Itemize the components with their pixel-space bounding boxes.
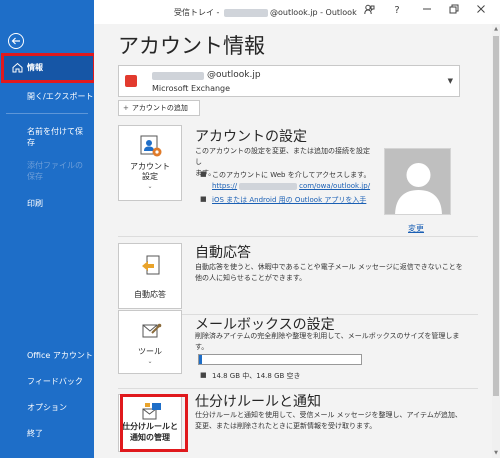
desc-line: 変更、または削除されたときに更新情報を受け取ります。	[195, 422, 377, 430]
rules-alerts-desc: 仕分けルールと通知を使用して、受信メール メッセージを整理し、アイテムが追加、 …	[195, 410, 475, 432]
mobile-app-link[interactable]: iOS または Android 用の Outlook アプリを入手	[212, 195, 366, 205]
section-divider	[118, 388, 478, 389]
change-photo-link[interactable]: 変更	[408, 223, 424, 234]
profile-picture	[384, 148, 451, 215]
desc-line: 仕分けルールと通知を使用して、受信メール メッセージを整理し、アイテムが追加、	[195, 411, 462, 419]
title-suffix: - Outlook	[317, 8, 357, 17]
sidebar-item-save-as[interactable]: 名前を付けて保存	[0, 126, 90, 148]
vertical-scrollbar[interactable]: ▲ ▼	[492, 24, 500, 458]
bullet-icon: ■	[200, 371, 207, 379]
rules-icon	[142, 403, 161, 420]
link-part: https://	[212, 182, 238, 190]
person-icon	[395, 163, 442, 214]
tools-icon	[142, 323, 162, 338]
manage-rules-label-1: 仕分けルールと	[122, 422, 178, 431]
close-icon[interactable]	[474, 4, 488, 18]
add-account-label: アカウントの追加	[131, 104, 188, 112]
title-prefix: 受信トレイ -	[174, 8, 222, 17]
add-account-button[interactable]: + アカウントの追加	[118, 100, 200, 116]
desc-line: このアカウントの設定を変更、または追加の接続を設定し	[195, 147, 370, 166]
title-bar: 受信トレイ - @outlook.jp - Outlook ?	[94, 0, 500, 24]
mail-account-icon	[125, 75, 137, 87]
account-settings-label-2: 設定	[142, 172, 158, 181]
redacted-text	[152, 72, 204, 80]
desc-line: 自動応答を使うと、休暇中であることや電子メール メッセージに返信できないことを	[195, 263, 463, 271]
sidebar-item-label: 情報	[27, 63, 43, 72]
sidebar-item-print[interactable]: 印刷	[0, 198, 94, 209]
account-selector[interactable]: @outlook.jp Microsoft Exchange ▼	[118, 65, 460, 97]
mailbox-usage-fill	[199, 355, 203, 364]
account-settings-button[interactable]: アカウント 設定 ⌄	[118, 125, 182, 201]
auto-reply-icon	[142, 255, 160, 275]
manage-rules-button[interactable]: 仕分けルールと 通知の管理	[118, 394, 182, 452]
redacted-text	[223, 8, 268, 17]
mailbox-usage-bar	[198, 354, 362, 365]
link-part: com/owa/outlook.jp/	[299, 182, 371, 190]
desc-line: す。	[195, 343, 209, 351]
sidebar-item-save-attachments: 添付ファイルの保存	[27, 161, 83, 181]
tools-label: ツール	[138, 347, 162, 356]
section-divider	[118, 236, 478, 237]
automatic-replies-title: 自動応答	[195, 245, 251, 261]
sidebar-item-feedback[interactable]: フィードバック	[0, 376, 94, 387]
back-arrow-icon[interactable]	[8, 33, 24, 49]
sidebar-item-exit[interactable]: 終了	[0, 428, 94, 439]
page-title: アカウント情報	[118, 34, 265, 58]
automatic-replies-button[interactable]: 自動応答	[118, 243, 182, 309]
manage-rules-label-2: 通知の管理	[130, 433, 170, 442]
account-settings-icon	[140, 135, 162, 157]
home-icon	[12, 62, 23, 73]
scroll-down-icon[interactable]: ▼	[492, 450, 500, 456]
chevron-down-icon: ⌄	[147, 183, 153, 190]
scroll-up-icon[interactable]: ▲	[492, 26, 500, 32]
account-settings-title: アカウントの設定	[195, 129, 307, 145]
web-access-text: このアカウントに Web を介してアクセスします。	[212, 171, 371, 179]
account-type: Microsoft Exchange	[152, 84, 231, 93]
desc-line: 削除済みアイテムの完全削除や整理を利用して、メールボックスのサイズを管理しま	[195, 332, 460, 340]
sidebar-item-office-account[interactable]: Office アカウント	[0, 350, 94, 361]
help-button[interactable]: ?	[390, 4, 404, 18]
chevron-down-icon: ▼	[447, 77, 453, 85]
tools-button[interactable]: ツール ⌄	[118, 310, 182, 374]
restore-icon[interactable]	[447, 4, 461, 18]
account-settings-label-1: アカウント	[130, 162, 170, 171]
chevron-down-icon: ⌄	[147, 358, 153, 365]
bullet-icon: ■	[200, 170, 207, 178]
desc-line: 他の人に知らせることができます。	[195, 274, 307, 282]
sidebar-item-info[interactable]: 情報	[1, 53, 96, 83]
mailbox-settings-desc: 削除済みアイテムの完全削除や整理を利用して、メールボックスのサイズを管理しま す…	[195, 331, 475, 353]
bullet-icon: ■	[200, 195, 207, 203]
owa-link[interactable]: https:// com/owa/outlook.jp/	[212, 182, 370, 190]
account-info-panel: アカウント情報 @outlook.jp Microsoft Exchange ▼…	[94, 24, 492, 458]
automatic-replies-desc: 自動応答を使うと、休暇中であることや電子メール メッセージに返信できないことを …	[195, 262, 475, 284]
minimize-icon[interactable]	[420, 4, 434, 18]
automatic-replies-label: 自動応答	[134, 290, 166, 299]
account-email: @outlook.jp	[207, 70, 261, 80]
scrollbar-thumb[interactable]	[493, 36, 499, 396]
coauthoring-icon[interactable]	[362, 4, 376, 18]
backstage-sidebar: 情報 開く/エクスポート 名前を付けて保存 添付ファイルの保存 印刷 Offic…	[0, 0, 96, 458]
redacted-text	[239, 182, 298, 190]
rules-alerts-title: 仕分けルールと通知	[195, 394, 321, 410]
sidebar-item-open-export[interactable]: 開く/エクスポート	[0, 91, 94, 102]
mailbox-usage-text: 14.8 GB 中、14.8 GB 空き	[212, 372, 301, 380]
sidebar-item-options[interactable]: オプション	[0, 402, 94, 413]
sidebar-divider	[6, 113, 88, 114]
window-title: 受信トレイ - @outlook.jp - Outlook	[174, 7, 357, 18]
plus-icon: +	[123, 104, 129, 112]
title-email: @outlook.jp	[269, 8, 318, 17]
